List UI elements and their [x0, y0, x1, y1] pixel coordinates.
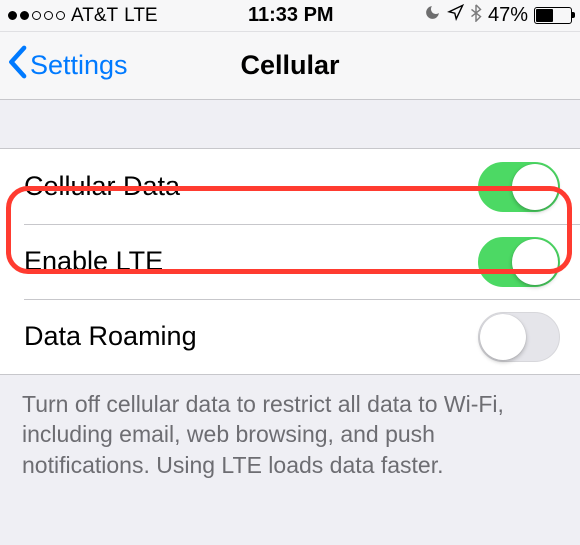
back-label: Settings: [30, 50, 128, 81]
data-roaming-toggle[interactable]: [478, 312, 560, 362]
status-right: 47%: [424, 4, 572, 28]
battery-pct: 47%: [488, 4, 528, 27]
bluetooth-icon: [470, 4, 482, 28]
nav-bar: Settings Cellular: [0, 32, 580, 100]
status-bar: AT&T LTE 11:33 PM 47%: [0, 0, 580, 32]
row-enable-lte: Enable LTE: [0, 224, 580, 299]
carrier-label: AT&T: [71, 5, 118, 27]
network-label: LTE: [124, 5, 157, 27]
row-data-roaming: Data Roaming: [0, 299, 580, 374]
chevron-left-icon: [6, 45, 28, 86]
row-label: Enable LTE: [24, 246, 163, 277]
row-label: Cellular Data: [24, 171, 180, 202]
signal-strength-icon: [8, 11, 65, 20]
cellular-data-toggle[interactable]: [478, 162, 560, 212]
enable-lte-toggle[interactable]: [478, 237, 560, 287]
footer-note: Turn off cellular data to restrict all d…: [0, 375, 580, 480]
battery-icon: [534, 7, 572, 24]
status-left: AT&T LTE: [8, 5, 158, 27]
row-cellular-data: Cellular Data: [0, 149, 580, 224]
row-label: Data Roaming: [24, 321, 197, 352]
back-button[interactable]: Settings: [0, 45, 128, 86]
settings-group: Cellular Data Enable LTE Data Roaming: [0, 148, 580, 375]
location-icon: [447, 4, 464, 27]
clock: 11:33 PM: [248, 4, 334, 27]
do-not-disturb-icon: [424, 4, 441, 27]
